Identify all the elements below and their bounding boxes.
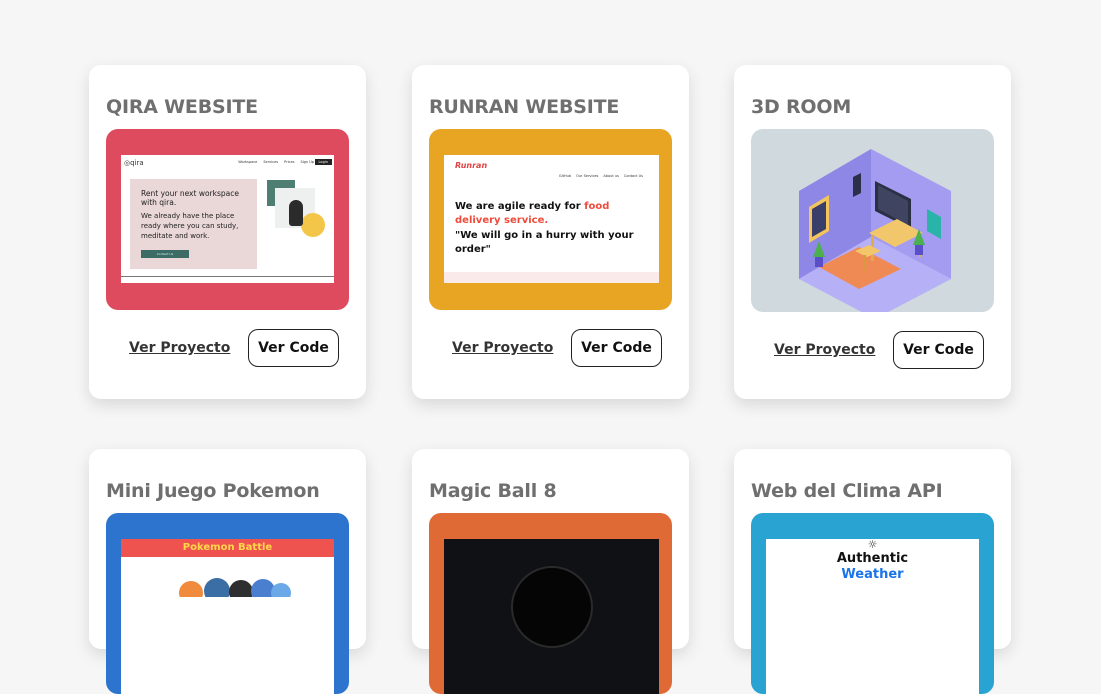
view-project-link[interactable]: Ver Proyecto	[774, 342, 875, 358]
website-preview: ☼ Authentic Weather	[766, 538, 979, 694]
preview-subheadline: Weather	[841, 567, 904, 582]
project-thumbnail: Pokemon Battle	[106, 513, 349, 694]
project-thumbnail	[751, 129, 994, 312]
qira-logo: ◎qira	[124, 159, 144, 167]
preview-hero: Rent your next workspace with qira. We a…	[130, 179, 257, 269]
project-title: QIRA WEBSITE	[106, 96, 258, 118]
view-code-button[interactable]: Ver Code	[893, 331, 984, 369]
pokemon-characters-image	[179, 578, 291, 597]
website-preview: ◎qira Workspace Services Prices Sign Up …	[121, 155, 334, 283]
view-project-link[interactable]: Ver Proyecto	[452, 340, 553, 356]
preview-nav: GitHub Our Services About us Contact Us	[558, 174, 643, 178]
preview-nav: Workspace Services Prices Sign Up	[238, 160, 314, 164]
project-title: Mini Juego Pokemon	[106, 480, 320, 502]
project-card-clima: Web del Clima API ☼ Authentic Weather	[734, 449, 1011, 694]
project-actions: Ver Proyecto Ver Code	[429, 310, 672, 367]
project-actions: Ver Proyecto Ver Code	[751, 312, 994, 369]
project-thumbnail: Runran GitHub Our Services About us Cont…	[429, 129, 672, 310]
view-code-button[interactable]: Ver Code	[248, 329, 339, 367]
sun-icon: ☼	[867, 538, 878, 551]
preview-yellow-circle	[301, 213, 325, 237]
preview-banner: Pokemon Battle	[121, 539, 334, 557]
project-title: Web del Clima API	[751, 480, 943, 502]
preview-headline: We are agile ready for food delivery ser…	[455, 201, 610, 226]
project-title: 3D ROOM	[751, 96, 852, 118]
project-title: RUNRAN WEBSITE	[429, 96, 620, 118]
preview-person-image	[289, 200, 303, 226]
preview-headline: Rent your next workspace with qira.	[141, 189, 239, 207]
project-card-pokemon: Mini Juego Pokemon Pokemon Battle	[89, 449, 366, 694]
project-actions: Ver Proyecto Ver Code	[106, 310, 349, 367]
room-illustration	[799, 149, 951, 312]
project-card-3d-room: 3D ROOM Ver Proyecto Ver Code	[734, 65, 1011, 399]
view-code-button[interactable]: Ver Code	[571, 329, 662, 367]
runran-logo: Runran	[455, 161, 488, 170]
website-preview: Pokemon Battle	[121, 539, 334, 694]
project-thumbnail	[429, 513, 672, 694]
view-project-link[interactable]: Ver Proyecto	[129, 340, 230, 356]
preview-divider	[121, 276, 334, 277]
website-preview: Runran GitHub Our Services About us Cont…	[444, 155, 659, 283]
preview-footer-band	[444, 272, 659, 283]
project-card-qira: QIRA WEBSITE ◎qira Workspace Services Pr…	[89, 65, 366, 399]
preview-subtext: "We will go in a hurry with your order"	[455, 230, 634, 255]
project-thumbnail: ☼ Authentic Weather	[751, 513, 994, 694]
preview-headline: Authentic	[836, 551, 909, 566]
project-thumbnail: ◎qira Workspace Services Prices Sign Up …	[106, 129, 349, 310]
project-card-magic-ball: Magic Ball 8	[412, 449, 689, 694]
website-preview	[444, 539, 659, 694]
project-card-runran: RUNRAN WEBSITE Runran GitHub Our Service…	[412, 65, 689, 399]
magic-ball-image	[511, 566, 593, 648]
preview-cta: Contact Us	[141, 250, 189, 258]
project-title: Magic Ball 8	[429, 480, 557, 502]
preview-subtext: We already have the place ready where yo…	[141, 212, 239, 240]
preview-login-button: Login	[314, 159, 332, 165]
